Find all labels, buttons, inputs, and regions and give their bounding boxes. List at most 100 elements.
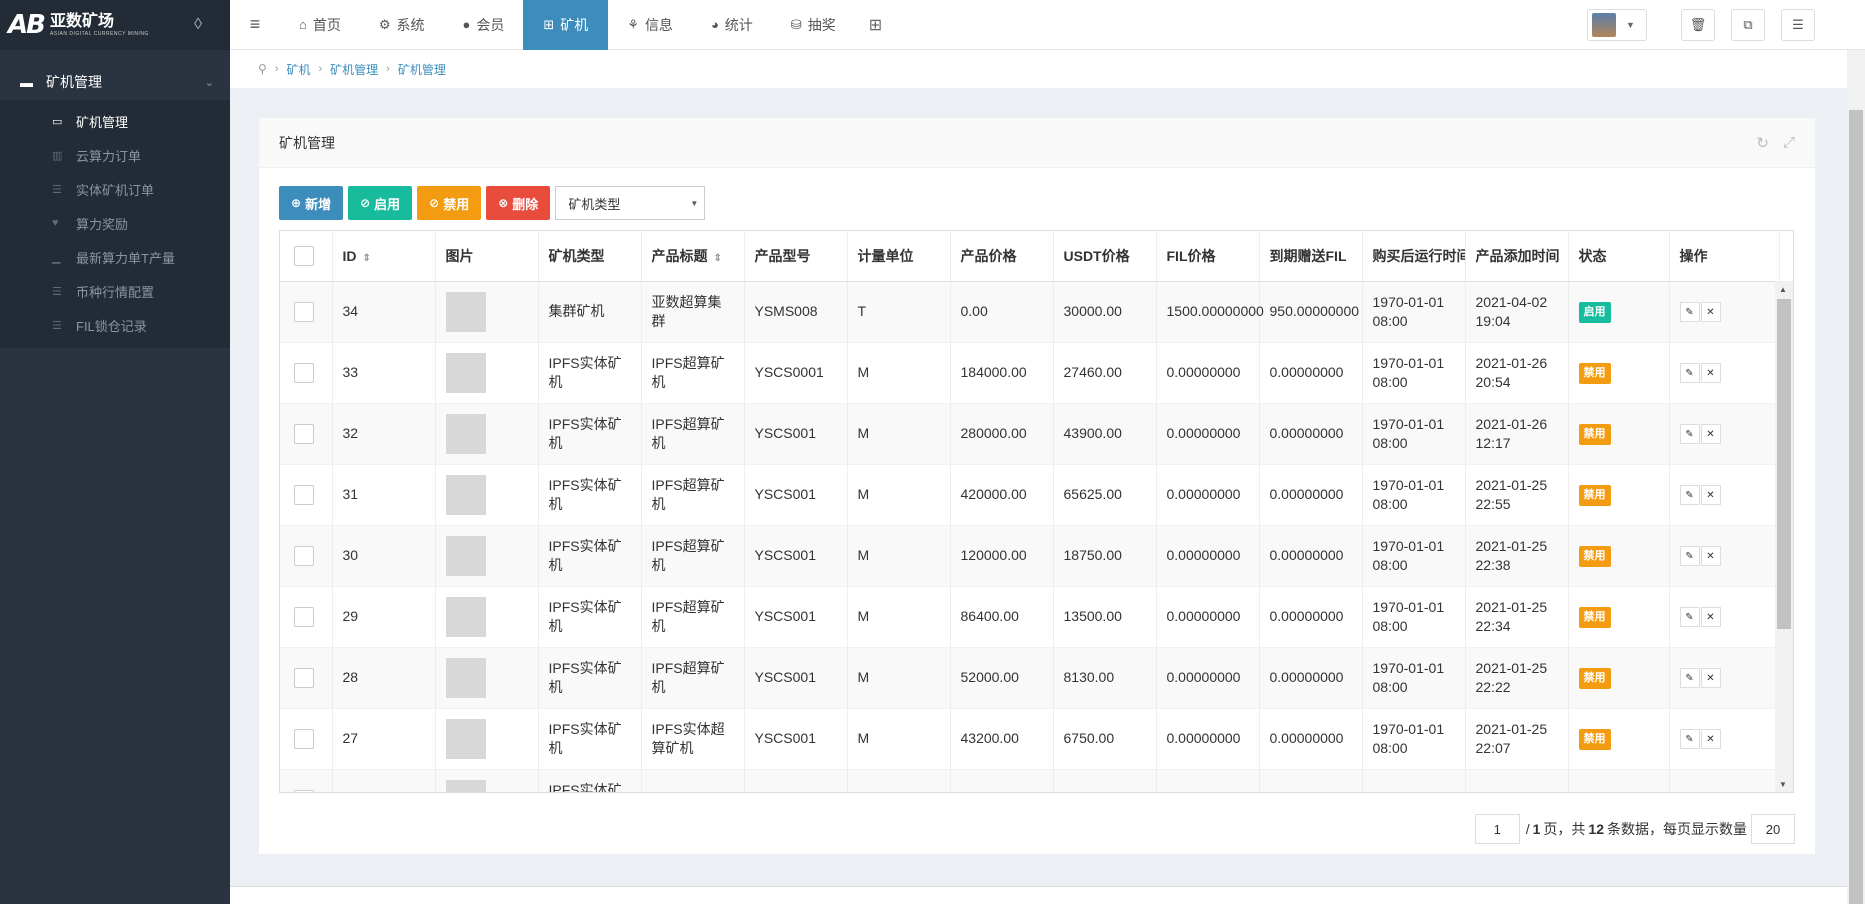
delete-row-button[interactable]: ✕ [1700,363,1721,384]
checkbox[interactable] [294,606,314,627]
external-link-button[interactable]: ⧉ [1731,9,1765,41]
sort-icon[interactable]: ⇕ [714,253,722,264]
add-button[interactable]: ⊕ 新增 [279,186,344,220]
sidebar-item-miner-manage[interactable]: ▭ 矿机管理 [0,104,230,138]
thumbnail-image[interactable] [445,413,486,454]
page-input[interactable]: 1 [1474,814,1520,844]
checkbox[interactable] [294,667,314,688]
checkbox[interactable] [294,362,314,383]
checkbox[interactable] [294,423,314,444]
droplet-icon[interactable]: ◊ [194,16,202,34]
row-select-cell[interactable] [280,463,333,525]
table-scrollbar[interactable]: ▲ ▼ [1775,281,1793,792]
thumbnail-image[interactable] [445,352,486,393]
status-badge[interactable]: 禁用 [1578,728,1611,750]
nav-lottery[interactable]: ⛁ 抽奖 [772,0,855,50]
edit-button[interactable]: ✎ [1679,485,1700,506]
nav-system[interactable]: ⚙ 系统 [360,0,444,50]
thumbnail-image[interactable] [445,474,486,515]
table-row[interactable]: 30 IPFS实体矿机 IPFS超算矿机 YSCS001 M 120000.00 18750… [280,524,1780,586]
delete-row-button[interactable]: ✕ [1700,607,1721,628]
header-id[interactable]: ID ⇕ [332,231,436,282]
miner-type-select[interactable]: 矿机类型 ▼ [555,186,706,220]
sidebar-item-cloud-orders[interactable]: ▥ 云算力订单 [0,138,230,172]
edit-button[interactable]: ✎ [1679,302,1700,323]
row-select-cell[interactable] [280,585,333,647]
table-row[interactable]: 26 IPFS实体矿机 1970-01-012021-01-25 [280,768,1780,792]
page-size-input[interactable]: 20 [1751,814,1795,844]
table-row[interactable]: 27 IPFS实体矿机 IPFS实体超算矿机 YSCS001 M 43200.00 6750… [280,707,1780,769]
checkbox[interactable] [294,484,314,505]
nav-miner[interactable]: ⊞ 矿机 [523,0,609,50]
edit-button[interactable]: ✎ [1679,363,1700,384]
refresh-icon[interactable]: ↻ [1756,134,1769,152]
sidebar-item-fil-lock[interactable]: ☰ FIL锁仓记录 [0,308,230,342]
row-select-cell[interactable] [280,402,333,464]
thumbnail-image[interactable] [445,535,486,576]
status-badge[interactable]: 禁用 [1578,667,1611,689]
table-row[interactable]: 33 IPFS实体矿机 IPFS超算矿机 YSCS0001 M 184000.00 2746… [280,341,1780,403]
disable-button[interactable]: ⊘ 禁用 [417,186,482,220]
user-menu[interactable]: ▼ [1587,9,1647,41]
nav-member[interactable]: ● 会员 [444,0,524,50]
status-badge[interactable]: 禁用 [1578,362,1611,384]
sidebar-item-coin-config[interactable]: ☰ 币种行情配置 [0,274,230,308]
checkbox[interactable] [294,789,314,792]
scroll-up-icon[interactable]: ▲ [1779,285,1787,294]
layout-button[interactable]: ☰ [1781,9,1815,41]
table-row[interactable]: 31 IPFS实体矿机 IPFS超算矿机 YSCS001 M 420000.00 65625… [280,463,1780,525]
delete-row-button[interactable]: ✕ [1700,668,1721,689]
edit-button[interactable]: ✎ [1679,546,1700,567]
page-scrollbar-thumb[interactable] [1849,110,1863,904]
nav-info[interactable]: ⚘ 信息 [608,0,692,50]
nav-home[interactable]: ⌂ 首页 [280,0,360,50]
edit-button[interactable]: ✎ [1679,424,1700,445]
hamburger-icon[interactable]: ≡ [230,14,280,35]
breadcrumb-item[interactable]: 矿机管理 [398,61,446,78]
table-row[interactable]: 32 IPFS实体矿机 IPFS超算矿机 YSCS001 M 280000.00 43900… [280,402,1780,464]
trash-button[interactable]: 🗑 [1681,9,1715,41]
sidebar-item-rewards[interactable]: ♥ 算力奖励 [0,206,230,240]
row-select-cell[interactable] [280,768,333,792]
thumbnail-image[interactable] [445,291,486,332]
sidebar-item-physical-orders[interactable]: ☰ 实体矿机订单 [0,172,230,206]
status-badge[interactable]: 启用 [1578,301,1611,323]
row-select-cell[interactable] [280,707,333,769]
status-badge[interactable]: 禁用 [1578,484,1611,506]
status-badge[interactable]: 禁用 [1578,423,1611,445]
apps-grid-icon[interactable]: ⊞ [855,15,896,35]
table-row[interactable]: 29 IPFS实体矿机 IPFS超算矿机 YSCS001 M 86400.00 13500.… [280,585,1780,647]
breadcrumb-item[interactable]: 矿机管理 [330,61,378,78]
row-select-cell[interactable] [280,280,333,342]
delete-row-button[interactable]: ✕ [1700,546,1721,567]
page-scrollbar[interactable] [1847,50,1865,904]
table-row[interactable]: 34 集群矿机 亚数超算集群 YSMS008 T 0.00 30000.00 1500.000… [280,280,1780,342]
sidebar-item-output[interactable]: ▁ 最新算力单T产量 [0,240,230,274]
edit-button[interactable]: ✎ [1679,668,1700,689]
fullscreen-icon[interactable]: ⤢ [1783,134,1795,152]
status-badge[interactable]: 禁用 [1578,545,1611,567]
checkbox[interactable] [294,545,314,566]
scroll-down-icon[interactable]: ▼ [1779,780,1787,789]
table-scrollbar-thumb[interactable] [1777,299,1791,629]
breadcrumb-item[interactable]: 矿机 [286,61,310,78]
nav-stats[interactable]: ◕ 统计 [692,0,772,50]
sort-icon[interactable]: ⇕ [363,253,371,264]
thumbnail-image[interactable] [445,596,486,637]
checkbox[interactable] [294,245,314,266]
row-select-cell[interactable] [280,524,333,586]
edit-button[interactable]: ✎ [1679,729,1700,750]
header-select-all[interactable] [280,231,333,282]
delete-row-button[interactable]: ✕ [1700,485,1721,506]
edit-button[interactable]: ✎ [1679,607,1700,628]
delete-button[interactable]: ⊗ 删除 [486,186,551,220]
header-title[interactable]: 产品标题 ⇕ [641,231,745,282]
logo[interactable]: AB 亚数矿场 ASIAN DIGITAL CURRENCY MINING [8,10,149,40]
delete-row-button[interactable]: ✕ [1700,424,1721,445]
delete-row-button[interactable]: ✕ [1700,729,1721,750]
checkbox[interactable] [294,301,314,322]
sidebar-group-mining[interactable]: ▬ 矿机管理 ⌄ [0,64,230,100]
checkbox[interactable] [294,728,314,749]
delete-row-button[interactable]: ✕ [1700,302,1721,323]
row-select-cell[interactable] [280,341,333,403]
